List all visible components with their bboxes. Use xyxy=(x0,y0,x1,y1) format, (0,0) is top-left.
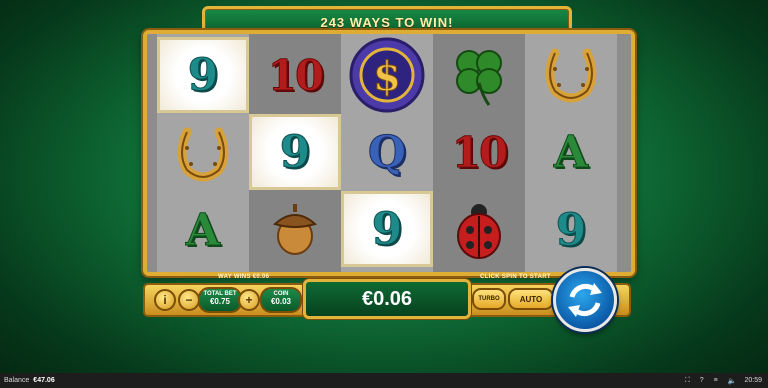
symbol-nine: 9 xyxy=(157,37,249,113)
settings-icon[interactable]: ≡ xyxy=(714,377,718,384)
symbol-nine: 9 xyxy=(341,191,433,267)
fullscreen-icon[interactable]: ⛶ xyxy=(685,377,690,385)
minus-icon: − xyxy=(185,293,193,307)
way-wins-label: WAY WINS €0.06 xyxy=(218,274,270,280)
horseshoe-symbol-icon xyxy=(157,116,249,192)
symbol-nine: 9 xyxy=(555,204,587,256)
win-amount: €0.06 xyxy=(361,287,413,310)
auto-label: AUTO xyxy=(519,294,543,304)
symbol-nine: 9 xyxy=(249,114,341,190)
reel-3: $ Q 9 xyxy=(341,34,433,272)
symbol-ten: 10 xyxy=(451,127,508,177)
reel-frame: 9 A 10 9 $ Q 9 10 A 9 xyxy=(143,30,635,276)
clover-symbol-icon xyxy=(433,37,525,113)
info-icon: i xyxy=(163,293,167,307)
banner-title: 243 WAYS TO WIN! xyxy=(320,14,454,30)
total-bet-value: €0.75 xyxy=(209,297,231,306)
spin-arrows-icon xyxy=(568,283,602,317)
win-amount-display: €0.06 xyxy=(303,279,471,319)
balance-value: €47.06 xyxy=(33,377,55,384)
dollar-chip-symbol-icon: $ xyxy=(341,37,433,113)
coin-display: COIN €0.03 xyxy=(260,287,302,313)
symbol-q: Q xyxy=(367,126,407,178)
ladybug-symbol-icon xyxy=(433,192,525,268)
plus-icon: + xyxy=(245,293,253,307)
svg-text:$: $ xyxy=(373,53,401,100)
symbol-a: A xyxy=(553,126,589,178)
acorn-symbol-icon xyxy=(249,192,341,268)
coin-value: €0.03 xyxy=(270,297,292,306)
horseshoe-symbol-icon xyxy=(525,37,617,113)
help-icon[interactable]: ? xyxy=(700,377,704,384)
total-bet-display: TOTAL BET €0.75 xyxy=(198,287,242,313)
symbol-ten: 10 xyxy=(267,50,324,100)
clock-time: 20:59 xyxy=(744,377,762,384)
reel-1: 9 A xyxy=(157,34,249,272)
status-bar: Balance €47.06 ⛶ ? ≡ 🔈 20:59 xyxy=(0,373,768,388)
decrease-bet-button[interactable]: − xyxy=(178,289,200,311)
spin-button[interactable] xyxy=(553,268,617,332)
sound-icon[interactable]: 🔈 xyxy=(728,377,737,385)
reel-2: 10 9 xyxy=(249,34,341,272)
symbol-a: A xyxy=(185,204,221,256)
balance-label: Balance xyxy=(4,377,30,384)
reel-5: A 9 xyxy=(525,34,617,272)
reel-4: 10 xyxy=(433,34,525,272)
click-spin-label: CLICK SPIN TO START xyxy=(480,274,551,280)
turbo-button[interactable]: TURBO xyxy=(472,288,506,310)
info-button[interactable]: i xyxy=(154,289,176,311)
increase-bet-button[interactable]: + xyxy=(238,289,260,311)
auto-button[interactable]: AUTO xyxy=(508,288,554,310)
turbo-label: TURBO xyxy=(478,296,500,302)
